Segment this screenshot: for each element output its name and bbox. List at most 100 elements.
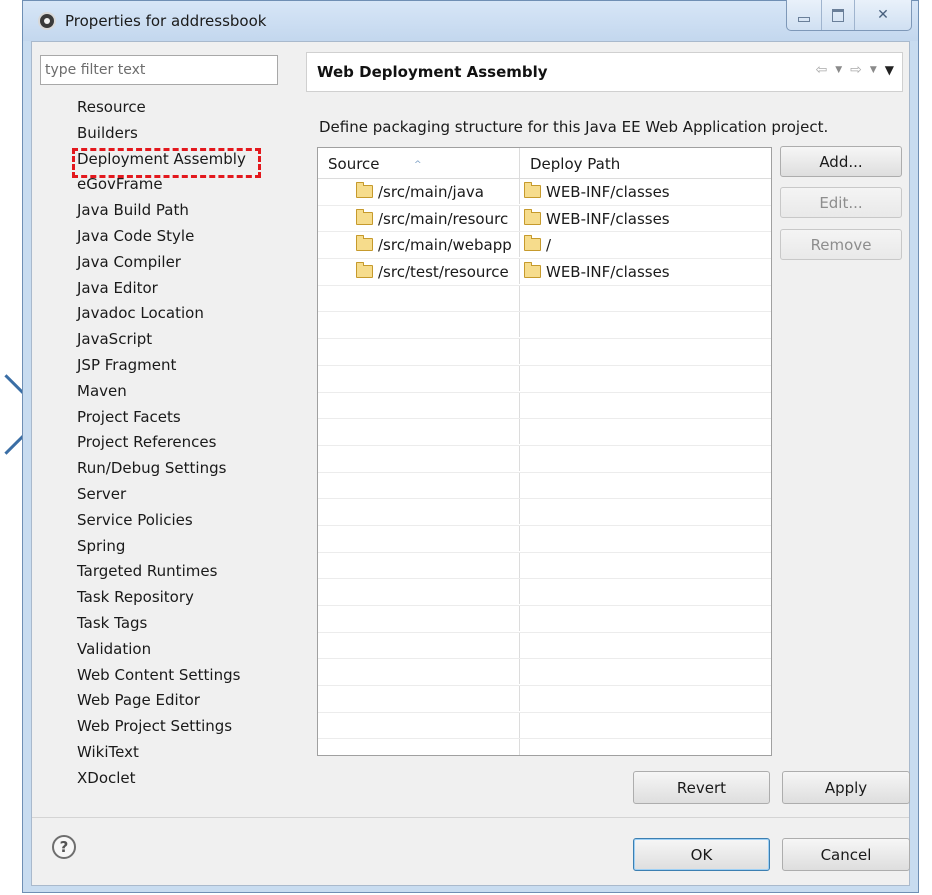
folder-icon bbox=[356, 182, 373, 198]
source-cell bbox=[318, 312, 520, 338]
assembly-table[interactable]: Source ^ Deploy Path /src/main/java WEB-I… bbox=[317, 147, 772, 756]
nav-item[interactable]: Deployment Assembly bbox=[72, 147, 302, 178]
nav-item[interactable]: JavaScript bbox=[77, 327, 302, 353]
table-row[interactable] bbox=[318, 686, 771, 713]
window-title: Properties for addressbook bbox=[65, 12, 267, 30]
table-row[interactable] bbox=[318, 339, 771, 366]
deploy-path-cell bbox=[520, 633, 771, 658]
folder-icon bbox=[356, 262, 373, 279]
help-icon[interactable]: ? bbox=[52, 835, 76, 859]
deploy-path-cell bbox=[520, 286, 771, 311]
table-row[interactable] bbox=[318, 472, 771, 500]
button-bar-separator bbox=[32, 817, 909, 818]
nav-item[interactable]: Java Compiler bbox=[77, 250, 302, 276]
table-row[interactable]: /src/main/java WEB-INF/classes bbox=[318, 179, 771, 206]
ok-button[interactable]: OK bbox=[633, 838, 770, 871]
edit-button[interactable]: Edit... bbox=[780, 187, 902, 218]
column-header-source[interactable]: Source ^ bbox=[318, 148, 520, 178]
nav-item[interactable]: Run/Debug Settings bbox=[77, 456, 302, 482]
table-row[interactable]: /src/test/resource WEB-INF/classes bbox=[318, 259, 771, 286]
view-menu-icon[interactable]: ▼ bbox=[885, 63, 894, 77]
back-arrow-icon[interactable]: ⇦ bbox=[815, 62, 827, 78]
deploy-path-cell bbox=[520, 312, 771, 337]
revert-button[interactable]: Revert bbox=[633, 771, 770, 804]
table-row[interactable] bbox=[318, 445, 771, 473]
table-row[interactable]: /src/main/webapp / bbox=[318, 232, 771, 260]
table-row[interactable] bbox=[318, 365, 771, 393]
cancel-button[interactable]: Cancel bbox=[782, 838, 910, 871]
table-row[interactable] bbox=[318, 499, 771, 526]
filter-input[interactable] bbox=[40, 55, 278, 85]
deploy-path: / bbox=[546, 236, 552, 255]
table-row[interactable] bbox=[318, 312, 771, 340]
nav-item[interactable]: JSP Fragment bbox=[77, 353, 302, 379]
table-row[interactable] bbox=[318, 525, 771, 553]
nav-item[interactable]: Server bbox=[77, 482, 302, 508]
source-path: /src/main/resourc bbox=[378, 209, 509, 228]
source-cell bbox=[318, 285, 520, 311]
nav-item[interactable]: Task Repository bbox=[77, 585, 302, 611]
source-path: /src/main/java bbox=[378, 183, 484, 201]
nav-item[interactable]: Web Content Settings bbox=[77, 663, 302, 689]
table-row[interactable] bbox=[318, 579, 771, 606]
back-history-dropdown-icon[interactable]: ▼ bbox=[835, 65, 842, 75]
source-cell bbox=[318, 339, 520, 365]
nav-item[interactable]: Project References bbox=[77, 430, 302, 456]
table-row[interactable] bbox=[318, 392, 771, 420]
nav-item[interactable]: Maven bbox=[77, 379, 302, 405]
nav-item[interactable]: Web Page Editor bbox=[77, 688, 302, 714]
table-row[interactable] bbox=[318, 285, 771, 313]
nav-item[interactable]: Targeted Runtimes bbox=[77, 559, 302, 585]
nav-item[interactable]: Service Policies bbox=[77, 508, 302, 534]
maximize-icon bbox=[832, 8, 844, 22]
nav-item[interactable]: Resource bbox=[77, 95, 302, 121]
nav-item[interactable]: Project Facets bbox=[77, 405, 302, 431]
nav-item[interactable]: Builders bbox=[77, 121, 302, 147]
source-cell bbox=[318, 419, 520, 445]
page-title: Web Deployment Assembly bbox=[317, 63, 548, 81]
deploy-path-cell: WEB-INF/classes bbox=[520, 259, 771, 284]
deploy-path-cell: WEB-INF/classes bbox=[520, 179, 771, 204]
folder-icon bbox=[524, 208, 541, 225]
table-row[interactable] bbox=[318, 552, 771, 580]
nav-item[interactable]: XDoclet bbox=[77, 766, 302, 792]
page-header: Web Deployment Assembly ⇦ ▼ ⇨ ▼ ▼ bbox=[306, 52, 903, 92]
nav-item[interactable]: Java Code Style bbox=[77, 224, 302, 250]
nav-item[interactable]: Validation bbox=[77, 637, 302, 663]
deploy-path-cell bbox=[520, 606, 771, 631]
nav-item[interactable]: Java Editor bbox=[77, 276, 302, 302]
eclipse-app-icon bbox=[38, 12, 56, 30]
table-row[interactable]: /src/main/resourc WEB-INF/classes bbox=[318, 205, 771, 233]
close-button[interactable]: ✕ bbox=[854, 0, 911, 30]
source-cell bbox=[318, 472, 520, 498]
dialog-client-area: ResourceBuildersDeployment AssemblyeGovF… bbox=[31, 41, 910, 886]
deploy-path-cell bbox=[520, 366, 771, 391]
nav-item[interactable]: Java Build Path bbox=[77, 198, 302, 224]
column-header-deploy-path[interactable]: Deploy Path bbox=[520, 148, 771, 178]
source-cell: /src/main/webapp bbox=[318, 232, 520, 258]
table-row[interactable] bbox=[318, 712, 771, 740]
folder-icon bbox=[524, 235, 541, 252]
nav-item[interactable]: Javadoc Location bbox=[77, 301, 302, 327]
nav-item[interactable]: WikiText bbox=[77, 740, 302, 766]
nav-item[interactable]: eGovFrame bbox=[77, 172, 302, 198]
table-row[interactable] bbox=[318, 419, 771, 446]
nav-item[interactable]: Spring bbox=[77, 534, 302, 560]
nav-item[interactable]: Task Tags bbox=[77, 611, 302, 637]
folder-icon bbox=[524, 262, 541, 279]
sort-ascending-icon: ^ bbox=[414, 160, 422, 170]
add-button[interactable]: Add... bbox=[780, 146, 902, 177]
forward-arrow-icon[interactable]: ⇨ bbox=[850, 62, 862, 78]
minimize-button[interactable] bbox=[787, 0, 821, 30]
table-row[interactable] bbox=[318, 632, 771, 660]
table-row[interactable] bbox=[318, 659, 771, 687]
source-cell bbox=[318, 552, 520, 578]
remove-button[interactable]: Remove bbox=[780, 229, 902, 260]
nav-item[interactable]: Web Project Settings bbox=[77, 714, 302, 740]
table-row[interactable] bbox=[318, 606, 771, 633]
source-cell bbox=[318, 445, 520, 471]
table-row[interactable] bbox=[318, 739, 771, 755]
apply-button[interactable]: Apply bbox=[782, 771, 910, 804]
forward-history-dropdown-icon[interactable]: ▼ bbox=[870, 65, 877, 75]
maximize-button[interactable] bbox=[821, 0, 854, 30]
